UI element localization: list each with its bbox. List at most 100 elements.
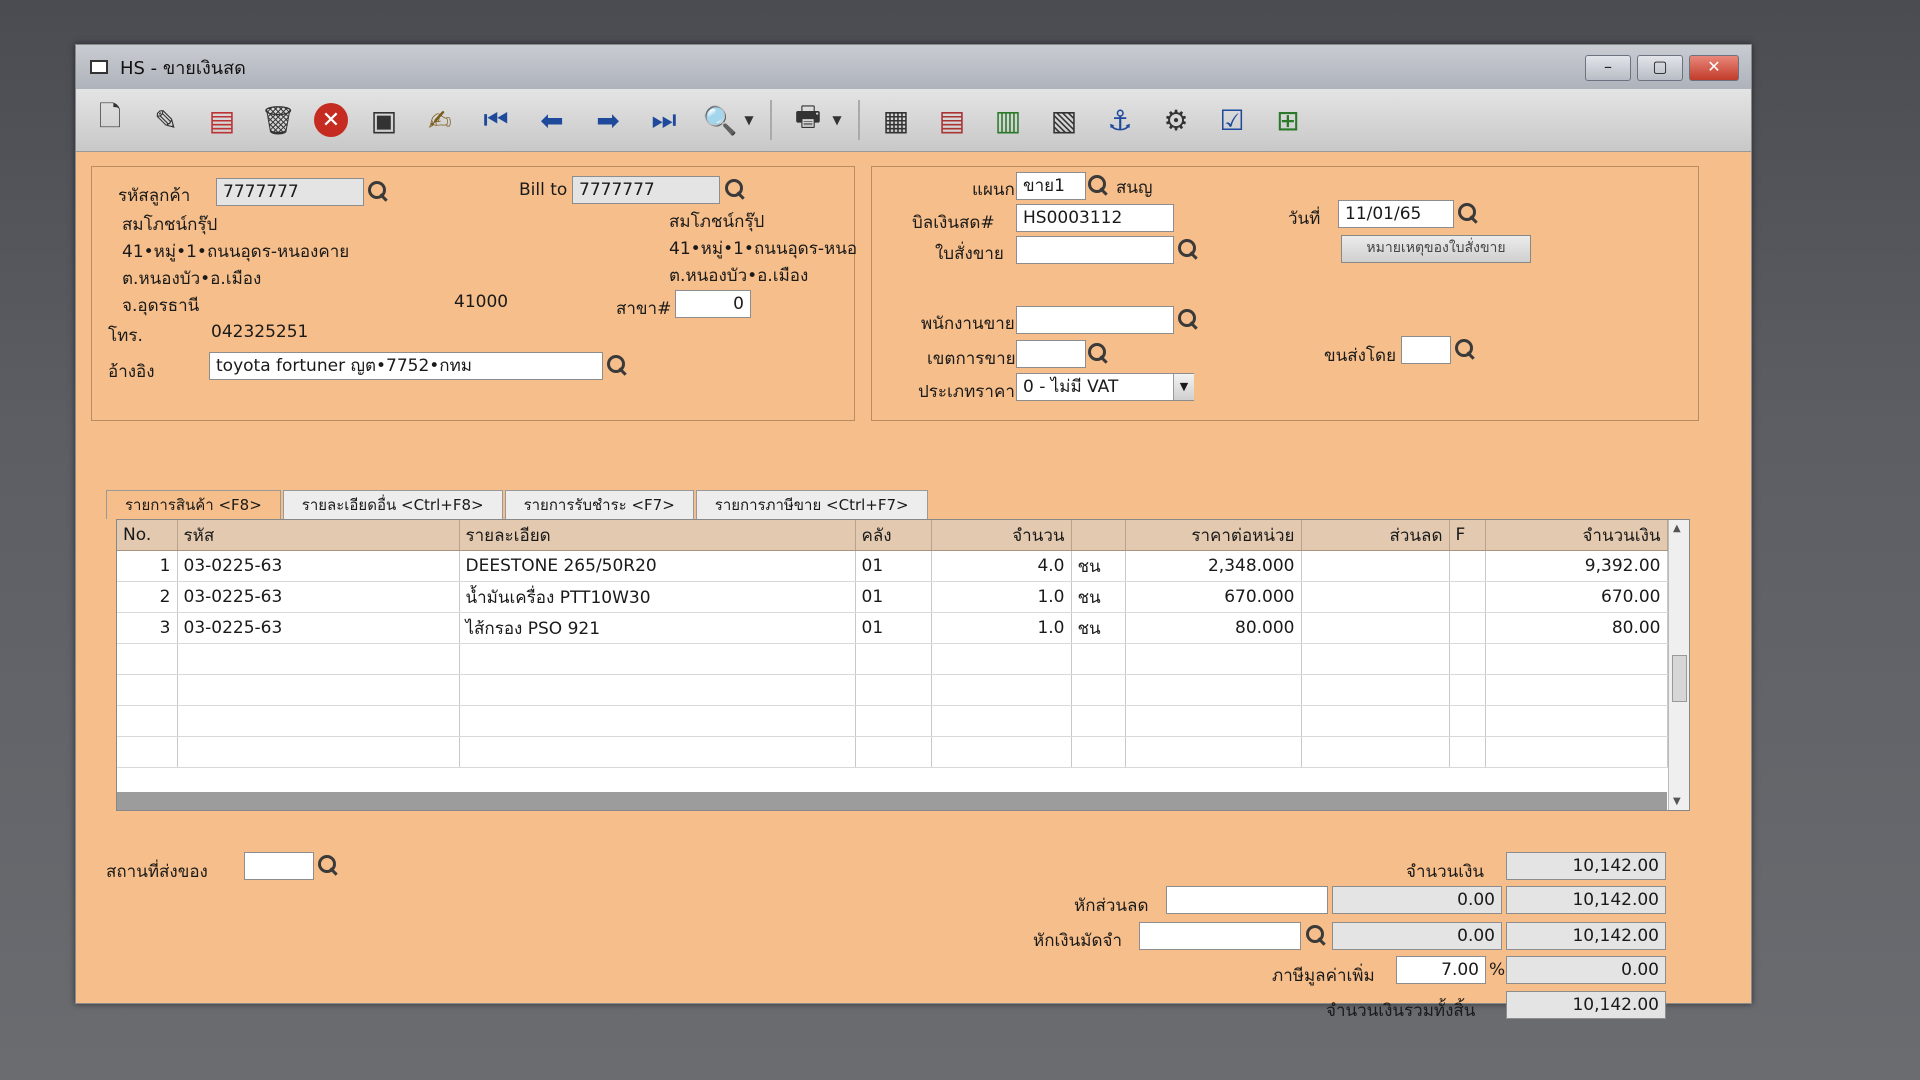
deposit-text-field[interactable]	[1139, 922, 1301, 950]
order-note-button[interactable]: หมายเหตุของใบสั่งขาย	[1341, 235, 1531, 263]
shipping-label: ขนส่งโดย	[1324, 346, 1397, 366]
table-row-empty[interactable]	[117, 705, 1668, 737]
price-type-dropdown-icon[interactable]: ▼	[1173, 374, 1194, 400]
col-header-amount[interactable]: จำนวนเงิน	[1485, 520, 1668, 551]
cell-code: 03-0225-63	[177, 612, 460, 644]
tab-sales-tax[interactable]: รายการภาษีขาย <Ctrl+F7>	[695, 490, 928, 519]
table-row[interactable]: 2 03-0225-63 น้ำมันเครื่อง PTT10W30 01 1…	[117, 581, 1668, 613]
sales-area-search-icon[interactable]	[1086, 340, 1112, 368]
cell-discount	[1301, 550, 1450, 582]
grid-scrollbar[interactable]: ▲ ▼	[1668, 520, 1689, 810]
col-header-flag[interactable]: F	[1449, 520, 1486, 551]
export-icon[interactable]: ⊞	[1268, 100, 1308, 140]
date-field[interactable]: 11/01/65	[1338, 200, 1454, 228]
table-row-empty[interactable]	[117, 643, 1668, 675]
vat-percent-sign: %	[1489, 960, 1506, 980]
col-header-code[interactable]: รหัส	[177, 520, 460, 551]
cell-unit: ชน	[1071, 581, 1126, 613]
ok-icon[interactable]: ☑	[1212, 100, 1252, 140]
department-field[interactable]: ขาย1	[1016, 172, 1086, 200]
reference-search-icon[interactable]	[605, 352, 631, 380]
search-doc-icon[interactable]: 🔍	[700, 100, 740, 140]
form-body: รหัสลูกค้า 7777777 สมโภชน์กรุ๊ป 41•หมู่•…	[76, 152, 1751, 1021]
table-row[interactable]: 1 03-0225-63 DEESTONE 265/50R20 01 4.0 ช…	[117, 550, 1668, 582]
cell-no: 2	[117, 581, 178, 613]
table-row-empty[interactable]	[117, 736, 1668, 768]
date-search-icon[interactable]	[1456, 200, 1482, 228]
print-icon[interactable]: 🖶	[788, 100, 828, 140]
tab-payments[interactable]: รายการรับชำระ <F7>	[504, 490, 694, 519]
report-icon[interactable]: ▦	[876, 100, 916, 140]
calendar-icon[interactable]: ▧	[1044, 100, 1084, 140]
maximize-button[interactable]: ▢	[1637, 55, 1683, 81]
department-search-icon[interactable]	[1086, 172, 1112, 200]
delete-icon[interactable]: 🗑	[258, 100, 298, 140]
toolbar-separator	[858, 100, 860, 140]
minimize-button[interactable]: –	[1585, 55, 1631, 81]
cell-no: 3	[117, 612, 178, 644]
col-header-discount[interactable]: ส่วนลด	[1301, 520, 1450, 551]
search-dropdown-icon[interactable]: ▼	[744, 100, 754, 140]
tab-items[interactable]: รายการสินค้า <F8>	[106, 490, 281, 519]
scroll-thumb[interactable]	[1672, 655, 1687, 702]
save-icon[interactable]: ▣	[364, 100, 404, 140]
close-red-icon[interactable]: ✕	[314, 103, 348, 137]
salesperson-search-icon[interactable]	[1176, 306, 1202, 334]
col-header-no[interactable]: No.	[117, 520, 178, 551]
after-deposit-field: 10,142.00	[1506, 922, 1666, 950]
reference-label: อ้างอิง	[108, 362, 155, 382]
delivery-place-field[interactable]	[244, 852, 314, 880]
col-header-unit-price[interactable]: ราคาต่อหน่วย	[1125, 520, 1302, 551]
scroll-up-icon[interactable]: ▲	[1673, 523, 1681, 534]
cancel-doc-icon[interactable]: ▤	[202, 100, 242, 140]
col-header-quantity[interactable]: จำนวน	[931, 520, 1072, 551]
delivery-search-icon[interactable]	[316, 852, 342, 880]
col-header-unit[interactable]	[1071, 520, 1126, 551]
customer-province: จ.อุดรธานี	[122, 296, 200, 316]
sales-order-search-icon[interactable]	[1176, 236, 1202, 264]
new-doc-icon[interactable]: 🗋	[90, 100, 130, 140]
price-type-select[interactable]: 0 - ไม่มี VAT	[1016, 373, 1194, 401]
approve-icon[interactable]: ✍	[420, 100, 460, 140]
items-grid[interactable]: No. รหัส รายละเอียด คลัง จำนวน ราคาต่อหน…	[116, 519, 1690, 811]
prev-record-icon[interactable]: ⬅	[532, 100, 572, 140]
form-icon[interactable]: ▤	[932, 100, 972, 140]
col-header-description[interactable]: รายละเอียด	[459, 520, 856, 551]
print-dropdown-icon[interactable]: ▼	[832, 100, 842, 140]
last-record-icon[interactable]: ⏭	[644, 100, 684, 140]
table-row[interactable]: 3 03-0225-63 ไส้กรอง PSO 921 01 1.0 ชน 8…	[117, 612, 1668, 644]
bill-number-field[interactable]: HS0003112	[1016, 204, 1174, 232]
shipping-search-icon[interactable]	[1453, 336, 1479, 364]
branch-label: สาขา#	[616, 299, 672, 319]
salesperson-field[interactable]	[1016, 306, 1174, 334]
deposit-search-icon[interactable]	[1304, 922, 1330, 950]
cell-code: 03-0225-63	[177, 550, 460, 582]
sales-area-field[interactable]	[1016, 340, 1086, 368]
discount-text-field[interactable]	[1166, 886, 1328, 914]
cell-unit-price: 80.000	[1125, 612, 1302, 644]
next-record-icon[interactable]: ➡	[588, 100, 628, 140]
department-label: แผนก	[972, 180, 1015, 200]
link-icon[interactable]: ⚙	[1156, 100, 1196, 140]
tab-other-details[interactable]: รายละเอียดอื่น <Ctrl+F8>	[282, 490, 503, 519]
shipping-field[interactable]	[1401, 336, 1451, 364]
cell-quantity: 4.0	[931, 550, 1072, 582]
branch-field[interactable]: 0	[675, 290, 751, 318]
title-bar[interactable]: HS - ขายเงินสด – ▢ ✕	[76, 45, 1751, 89]
table-row-empty[interactable]	[117, 674, 1668, 706]
customer-code-field[interactable]: 7777777	[216, 178, 364, 206]
reference-field[interactable]: toyota fortuner ญต•7752•กทม	[209, 352, 603, 380]
customer-search-icon[interactable]	[366, 178, 392, 206]
close-button[interactable]: ✕	[1689, 55, 1739, 81]
first-record-icon[interactable]: ⏮	[476, 100, 516, 140]
billto-search-icon[interactable]	[723, 176, 749, 204]
sales-order-field[interactable]	[1016, 236, 1174, 264]
billto-code-field[interactable]: 7777777	[572, 176, 720, 204]
cell-amount: 80.00	[1485, 612, 1668, 644]
vat-rate-field[interactable]: 7.00	[1396, 956, 1486, 984]
scroll-down-icon[interactable]: ▼	[1673, 796, 1681, 807]
barcode-icon[interactable]: ▥	[988, 100, 1028, 140]
edit-icon[interactable]: ✎	[146, 100, 186, 140]
col-header-warehouse[interactable]: คลัง	[855, 520, 932, 551]
ok-stamp-icon[interactable]: ⚓	[1100, 100, 1140, 140]
